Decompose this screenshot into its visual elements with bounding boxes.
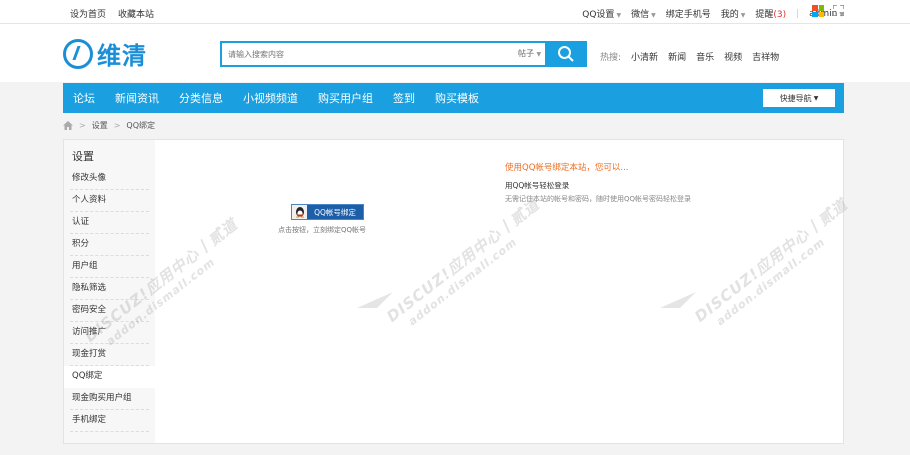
sidebar-item-phone-bind[interactable]: 手机绑定 [70,410,149,432]
breadcrumb-separator: > [79,120,86,130]
chevron-down-icon: ▼ [536,51,542,58]
hot-search: 热搜: 小清新 新闻 音乐 视频 吉祥物 [600,50,779,63]
bind-phone-link[interactable]: 绑定手机号 [666,7,711,20]
sidebar-item-qq-bind[interactable]: QQ绑定 [64,366,155,388]
qq-bind-button[interactable]: QQ帐号绑定 [291,204,364,220]
nav-item-buy-template[interactable]: 购买模板 [425,90,489,106]
nav-item-news[interactable]: 新闻资讯 [105,90,169,106]
search-type-label: 帖子 [518,49,534,58]
fullscreen-icon[interactable] [832,4,845,17]
chevron-down-icon: ▼ [651,12,656,19]
qq-info-title: 使用QQ帐号绑定本站，您可以... [505,163,629,173]
sidebar-item-credits[interactable]: 积分 [70,234,149,256]
nav-item-classifieds[interactable]: 分类信息 [169,90,233,106]
sidebar-item-privacy[interactable]: 隐私筛选 [70,278,149,300]
top-bar: 设为首页 收藏本站 QQ设置▼ 微信▼ 绑定手机号 我的▼ 提醒(3) | ad… [0,0,910,24]
hot-search-item[interactable]: 视频 [724,50,742,63]
search-box: 帖子 ▼ [220,41,587,67]
mine-menu[interactable]: 我的 ▼ [721,7,746,20]
search-icon [558,46,574,62]
hot-search-item[interactable]: 新闻 [668,50,686,63]
nav-item-forum[interactable]: 论坛 [63,90,105,106]
top-right-menu: QQ设置▼ 微信▼ 绑定手机号 我的▼ 提醒(3) | admin▼ [572,7,844,21]
qq-penguin-icon [292,205,307,219]
qq-settings-label: QQ设置 [582,10,615,20]
qq-bind-hint: 点击按钮，立刻绑定QQ帐号 [278,226,367,234]
nav-item-short-video[interactable]: 小视频频道 [233,90,308,106]
qq-bind-button-label: QQ帐号绑定 [307,205,363,219]
notify-label: 提醒 [755,10,774,20]
chevron-down-icon: ▼ [616,12,622,19]
sidebar-item-tipping[interactable]: 现金打赏 [70,344,149,366]
search-input[interactable] [228,46,508,62]
breadcrumb-settings[interactable]: 设置 [92,120,108,131]
hot-search-item[interactable]: 音乐 [696,50,714,63]
set-homepage-link[interactable]: 设为首页 [70,7,106,20]
quick-nav-label: 快捷导航 [779,93,812,103]
nav-item-checkin[interactable]: 签到 [383,90,425,106]
quick-nav-button[interactable]: 快捷导航 ▼ [763,89,835,107]
breadcrumb: > 设置 > QQ绑定 [63,118,155,132]
top-left-links: 设为首页 收藏本站 [70,7,154,20]
sidebar-item-avatar[interactable]: 修改头像 [70,168,149,190]
chevron-down-icon: ▼ [813,94,819,102]
notify-count-badge: (3) [773,10,787,20]
divider: | [796,8,800,19]
logo-mark-icon [63,38,93,69]
sidebar-item-profile[interactable]: 个人资料 [70,190,149,212]
hot-search-item[interactable]: 小清新 [631,50,658,63]
settings-sidebar: 设置 修改头像 个人资料 认证 积分 用户组 隐私筛选 密码安全 访问推广 现金… [64,140,155,443]
windows-logo-icon[interactable] [812,5,824,17]
sidebar-item-verify[interactable]: 认证 [70,212,149,234]
home-icon[interactable] [63,120,73,130]
nav-item-buy-usergroup[interactable]: 购买用户组 [308,90,383,106]
header: 维清 帖子 ▼ 热搜: 小清新 新闻 音乐 视频 吉祥物 [0,24,910,82]
settings-panel: 设置 修改头像 个人资料 认证 积分 用户组 隐私筛选 密码安全 访问推广 现金… [63,139,844,444]
chevron-down-icon: ▼ [740,12,746,19]
logo-text: 维清 [97,42,147,70]
qq-bind-content: QQ帐号绑定 点击按钮，立刻绑定QQ帐号 使用QQ帐号绑定本站，您可以... 用… [155,140,843,443]
sidebar-title: 设置 [72,150,94,163]
bookmark-site-link[interactable]: 收藏本站 [118,7,154,20]
breadcrumb-separator: > [113,120,121,130]
search-button[interactable] [545,41,587,67]
sidebar-item-promotion[interactable]: 访问推广 [70,322,149,344]
search-type-select[interactable]: 帖子 ▼ [518,48,541,59]
breadcrumb-qq-bind[interactable]: QQ绑定 [126,120,155,131]
wechat-label: 微信 [631,10,650,20]
wechat-menu[interactable]: 微信 ▼ [631,7,656,20]
main-nav: 论坛 新闻资讯 分类信息 小视频频道 购买用户组 签到 购买模板 快捷导航 ▼ [63,83,844,113]
hot-search-label: 热搜: [600,53,622,63]
qq-settings-menu[interactable]: QQ设置 ▼ [582,7,621,20]
hot-search-item[interactable]: 吉祥物 [752,50,779,63]
sidebar-item-password[interactable]: 密码安全 [70,300,149,322]
qq-info-description: 无需记住本站的帐号和密码，随时使用QQ帐号密码轻松登录 [505,195,692,203]
qq-info-subtitle: 用QQ帐号轻松登录 [505,181,570,190]
mine-label: 我的 [720,10,739,20]
sidebar-item-usergroup[interactable]: 用户组 [70,256,149,278]
notify-link[interactable]: 提醒(3) [755,7,786,20]
sidebar-item-buy-usergroup[interactable]: 现金购买用户组 [70,388,149,410]
site-logo[interactable]: 维清 [63,36,147,71]
